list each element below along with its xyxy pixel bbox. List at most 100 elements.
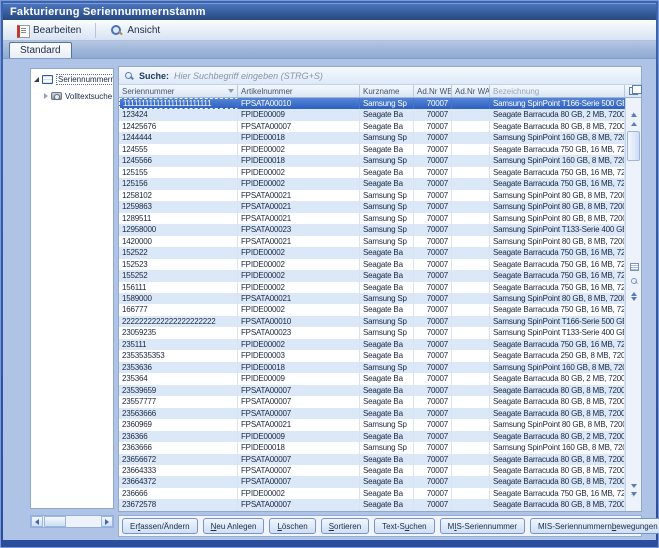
table-row[interactable]: 1289511FPSATA00021Samsung Sp70007Samsung…: [119, 213, 625, 224]
table-row[interactable]: 1420000FPSATA00021Samsung Sp70007Samsung…: [119, 236, 625, 247]
cell: [452, 385, 490, 396]
table-row[interactable]: 2363666FPIDE00018Samsung Sp70007Samsung …: [119, 442, 625, 453]
scroll-up-button[interactable]: [628, 119, 639, 128]
table-row[interactable]: 236366FPIDE00009Seagate Ba70007Seagate B…: [119, 431, 625, 442]
table-row[interactable]: 2353636FPIDE00018Samsung Sp70007Samsung …: [119, 362, 625, 373]
table-row[interactable]: 23557777FPSATA00007Seagate Ba70007Seagat…: [119, 396, 625, 407]
tree-item-volltextsuche[interactable]: Volltextsuche: [31, 89, 113, 103]
sortieren-button[interactable]: Sortieren: [321, 518, 369, 534]
cell: Samsung SpinPoint T166-Serie 500 GB, 72: [490, 98, 625, 109]
grid-rows: 111111111111111111111111FPSATA00010Samsu…: [119, 98, 625, 511]
table-row[interactable]: 2353535353FPIDE00003Seagate Ba70007Seaga…: [119, 350, 625, 361]
vertical-scrollbar[interactable]: + +: [625, 98, 641, 511]
table-row[interactable]: 12425676FPSATA00007Seagate Ba70007Seagat…: [119, 121, 625, 132]
cell: Seagate Ba: [360, 385, 414, 396]
column-header-bezeichnung[interactable]: Bezeichnung: [490, 85, 625, 98]
table-row[interactable]: 23563666FPSATA00007Seagate Ba70007Seagat…: [119, 408, 625, 419]
table-row[interactable]: 1245566FPIDE00018Samsung Sp70007Samsung …: [119, 155, 625, 166]
column-header-ad-nr-we[interactable]: Ad.Nr WE: [414, 85, 452, 98]
double-arrow-icon[interactable]: [631, 292, 637, 301]
cell: Samsung Sp: [360, 293, 414, 304]
cell: Samsung Sp: [360, 155, 414, 166]
column-chooser-button[interactable]: [625, 85, 641, 98]
erfassen-ändern-button[interactable]: Erfassen/Ändern: [122, 518, 198, 534]
table-row[interactable]: 124555FPIDE00002Seagate Ba70007Seagate B…: [119, 144, 625, 155]
table-row[interactable]: 1244444FPIDE00018Samsung Sp70007Samsung …: [119, 132, 625, 143]
cell: [452, 144, 490, 155]
table-row[interactable]: 23656672FPSATA00007Seagate Ba70007Seagat…: [119, 454, 625, 465]
grid-marker-icon[interactable]: [630, 263, 639, 271]
cell: Seagate Ba: [360, 499, 414, 510]
expander-closed-icon[interactable]: [44, 93, 48, 99]
table-row[interactable]: 166777FPIDE00002Seagate Ba70007Seagate B…: [119, 304, 625, 315]
cell: [452, 419, 490, 430]
table-row[interactable]: 1259863FPSATA00021Samsung Sp70007Samsung…: [119, 201, 625, 212]
mis-seriennummernbewegungen-button[interactable]: MIS-Seriennummernbewegungen: [530, 518, 659, 534]
table-row[interactable]: 125156FPIDE00002Seagate Ba70007Seagate B…: [119, 178, 625, 189]
scroll-thumb[interactable]: [627, 131, 640, 161]
tree-item-seriennummernauswahl[interactable]: Seriennummernauswahl: [31, 72, 113, 86]
cell: Seagate Barracuda 80 GB, 8 MB, 7200, NC: [490, 396, 625, 407]
tree-horizontal-scrollbar[interactable]: [30, 515, 114, 528]
table-row[interactable]: 23664333FPSATA00007Seagate Ba70007Seagat…: [119, 465, 625, 476]
table-row[interactable]: 2222222222222222222222FPSATA00010Samsung…: [119, 316, 625, 327]
table-row[interactable]: 2360969FPSATA00021Samsung Sp70007Samsung…: [119, 419, 625, 430]
cell: 123424: [119, 109, 238, 120]
bearbeiten-button[interactable]: Bearbeiten: [9, 22, 88, 39]
text-suchen-button[interactable]: Text-Suchen: [374, 518, 434, 534]
table-row[interactable]: 23664372FPSATA00007Seagate Ba70007Seagat…: [119, 476, 625, 487]
column-header-kurzname[interactable]: Kurzname: [360, 85, 414, 98]
table-row[interactable]: 23539659FPSATA00007Seagate Ba70007Seagat…: [119, 385, 625, 396]
scroll-track[interactable]: [43, 516, 101, 527]
table-row[interactable]: 1258102FPSATA00021Samsung Sp70007Samsung…: [119, 190, 625, 201]
table-row[interactable]: 156111FPIDE00002Seagate Ba70007Seagate B…: [119, 282, 625, 293]
table-row[interactable]: 125155FPIDE00002Seagate Ba70007Seagate B…: [119, 167, 625, 178]
table-row[interactable]: 1589000FPSATA00021Samsung Sp70007Samsung…: [119, 293, 625, 304]
magnifier-marker-icon[interactable]: [630, 277, 639, 286]
scroll-thumb[interactable]: [44, 516, 66, 527]
table-row[interactable]: 236666FPIDE00002Seagate Ba70007Seagate B…: [119, 488, 625, 499]
löschen-button[interactable]: Löschen: [269, 518, 315, 534]
cell: Samsung Sp: [360, 213, 414, 224]
cell: 70007: [414, 350, 452, 361]
cell: [452, 316, 490, 327]
cell: [452, 442, 490, 453]
scroll-right-button[interactable]: [101, 516, 113, 527]
right-arrow-icon: [105, 519, 109, 525]
search-bar[interactable]: Suche: Hier Suchbegriff eingeben (STRG+S…: [119, 67, 641, 85]
cell: Seagate Barracuda 750 GB, 16 MB, 7200: [490, 282, 625, 293]
cell: FPSATA00007: [238, 121, 360, 132]
ansicht-button[interactable]: Ansicht: [103, 22, 167, 39]
table-row[interactable]: 155252FPIDE00002Seagate Ba70007Seagate B…: [119, 270, 625, 281]
table-row[interactable]: 12958000FPSATA00023Samsung Sp70007Samsun…: [119, 224, 625, 235]
scroll-bottom-button[interactable]: [628, 500, 639, 509]
cell: Samsung SpinPoint T166-Serie 500 GB, 72: [490, 316, 625, 327]
table-row[interactable]: 235364FPIDE00009Seagate Ba70007Seagate B…: [119, 373, 625, 384]
mis-seriennummer-button[interactable]: MIS-Seriennummer: [440, 518, 525, 534]
window-titlebar[interactable]: Fakturierung Seriennummernstamm: [3, 3, 656, 20]
scroll-left-button[interactable]: [31, 516, 43, 527]
cell: 70007: [414, 167, 452, 178]
column-header-ad-nr-wa[interactable]: Ad.Nr WA: [452, 85, 490, 98]
cell: Seagate Ba: [360, 373, 414, 384]
down-arrow-icon: [631, 297, 637, 301]
tab-standard[interactable]: Standard: [9, 42, 72, 58]
cell: [452, 109, 490, 120]
column-header-seriennummer[interactable]: Seriennummer: [119, 85, 238, 98]
table-row[interactable]: 111111111111111111111111FPSATA00010Samsu…: [119, 98, 625, 109]
table-row[interactable]: 235111FPIDE00002Seagate Ba70007Seagate B…: [119, 339, 625, 350]
table-row[interactable]: 23059235FPSATA00023Samsung Sp70007Samsun…: [119, 327, 625, 338]
table-row[interactable]: 152522FPIDE00002Seagate Ba70007Seagate B…: [119, 247, 625, 258]
table-row[interactable]: 23672578FPSATA00007Seagate Ba70007Seagat…: [119, 499, 625, 510]
cell: [452, 339, 490, 350]
column-header-artikelnummer[interactable]: Artikelnummer: [238, 85, 360, 98]
scroll-page-up-button[interactable]: +: [628, 110, 639, 119]
table-row[interactable]: 152523FPIDE00002Seagate Ba70007Seagate B…: [119, 259, 625, 270]
cell: Seagate Ba: [360, 350, 414, 361]
expander-open-icon[interactable]: [34, 77, 39, 82]
neu-anlegen-button[interactable]: Neu Anlegen: [203, 518, 265, 534]
cell: [452, 304, 490, 315]
scroll-top-button[interactable]: [628, 100, 639, 109]
table-row[interactable]: 123424FPIDE00009Seagate Ba70007Seagate B…: [119, 109, 625, 120]
scroll-down-button[interactable]: [628, 481, 639, 490]
